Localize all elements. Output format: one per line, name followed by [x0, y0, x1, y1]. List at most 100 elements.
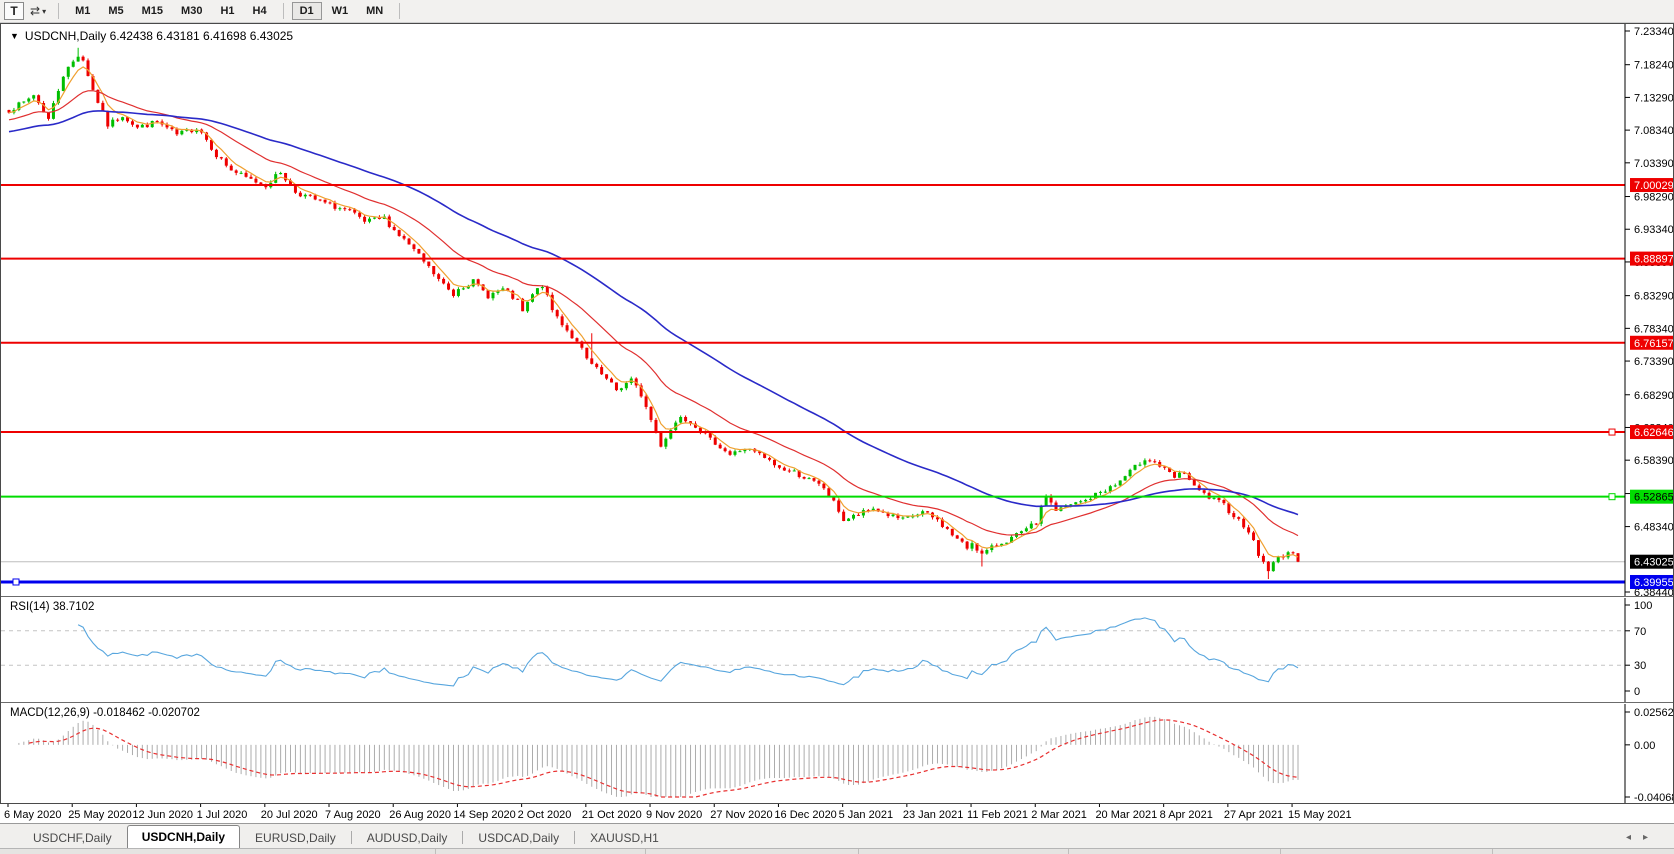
- svg-text:6.39955: 6.39955: [1634, 577, 1673, 589]
- date-label: 14 Sep 2020: [453, 809, 515, 821]
- date-label: 26 Aug 2020: [389, 809, 451, 821]
- date-label: 9 Nov 2020: [646, 809, 702, 821]
- timeframe-button-H1[interactable]: H1: [212, 2, 242, 20]
- svg-text:7.08340: 7.08340: [1634, 125, 1673, 137]
- svg-text:30: 30: [1634, 660, 1646, 672]
- macd-histogram: [19, 717, 1298, 797]
- symbol-cycle-button[interactable]: ⇄ ▾: [26, 1, 50, 21]
- date-axis[interactable]: 6 May 202025 May 202012 Jun 20201 Jul 20…: [0, 804, 1674, 823]
- toolbar-separator: [283, 3, 284, 19]
- hline-6.62646[interactable]: [1, 429, 1625, 435]
- svg-text:6.78340: 6.78340: [1634, 323, 1673, 335]
- svg-text:6.98290: 6.98290: [1634, 192, 1673, 204]
- svg-text:-0.040687: -0.040687: [1634, 792, 1673, 803]
- candlesticks: [8, 48, 1300, 579]
- chart-dropdown-icon[interactable]: ▼: [10, 32, 19, 41]
- date-label: 27 Apr 2021: [1224, 809, 1283, 821]
- text-tool-button[interactable]: T: [4, 2, 24, 20]
- chevron-down-icon: ▾: [42, 7, 46, 16]
- timeframe-button-M5[interactable]: M5: [100, 2, 131, 20]
- svg-text:6.83290: 6.83290: [1634, 291, 1673, 303]
- svg-text:6.73390: 6.73390: [1634, 356, 1673, 368]
- statusbar-divider: [1492, 849, 1493, 854]
- main-chart-panel[interactable]: 7.233407.182407.132907.083407.033906.982…: [1, 24, 1673, 596]
- toolbar-separator: [399, 3, 400, 19]
- statusbar-divider: [645, 849, 646, 854]
- macd-signal-line: [29, 720, 1298, 797]
- timeframe-button-M1[interactable]: M1: [67, 2, 98, 20]
- svg-text:0.025623: 0.025623: [1634, 707, 1673, 719]
- date-label: 25 May 2020: [68, 809, 132, 821]
- price-marker-6.39955: 6.39955: [1630, 575, 1673, 589]
- top-toolbar: T ⇄ ▾ M1M5M15M30H1H4 D1W1MN: [0, 0, 1674, 23]
- ma-5-line: [9, 67, 1298, 557]
- price-axis[interactable]: 7.233407.182407.132907.083407.033906.982…: [1625, 24, 1673, 596]
- tab-eurusd-daily[interactable]: EURUSD,Daily: [240, 827, 351, 848]
- date-label: 7 Aug 2020: [325, 809, 381, 821]
- statusbar-divider: [1280, 849, 1281, 854]
- tab-usdcad-daily[interactable]: USDCAD,Daily: [463, 827, 574, 848]
- date-label: 5 Jan 2021: [839, 809, 893, 821]
- svg-text:6.48340: 6.48340: [1634, 522, 1673, 534]
- rsi-panel[interactable]: 10070300 RSI(14) 38.7102: [1, 598, 1673, 702]
- date-label: 1 Jul 2020: [197, 809, 248, 821]
- timeframe-button-D1[interactable]: D1: [292, 2, 322, 20]
- price-marker-7.00029: 7.00029: [1630, 178, 1673, 192]
- svg-text:6.88897: 6.88897: [1634, 254, 1673, 266]
- date-label: 11 Feb 2021: [967, 809, 1028, 821]
- svg-text:7.13290: 7.13290: [1634, 92, 1673, 104]
- chart-window: 7.233407.182407.132907.083407.033906.982…: [0, 23, 1674, 804]
- svg-text:6.62646: 6.62646: [1634, 427, 1673, 439]
- rsi-chart[interactable]: 10070300: [1, 598, 1673, 702]
- price-marker-6.43025: 6.43025: [1630, 555, 1673, 569]
- tabs-scroll-right-icon[interactable]: ▸: [1643, 832, 1648, 843]
- date-label: 20 Jul 2020: [261, 809, 318, 821]
- macd-panel[interactable]: 0.0256230.00-0.040687 MACD(12,26,9) -0.0…: [1, 704, 1673, 803]
- statusbar-divider: [858, 849, 859, 854]
- date-label: 8 Apr 2021: [1160, 809, 1213, 821]
- date-label: 2 Oct 2020: [518, 809, 572, 821]
- hline-6.52865[interactable]: [1, 494, 1625, 500]
- timeframe-button-MN[interactable]: MN: [358, 2, 391, 20]
- price-chart[interactable]: 7.233407.182407.132907.083407.033906.982…: [1, 24, 1673, 596]
- chart-tabs: USDCHF,DailyUSDCNH,DailyEURUSD,DailyAUDU…: [0, 823, 1674, 848]
- macd-chart[interactable]: 0.0256230.00-0.040687: [1, 704, 1673, 803]
- tab-usdchf-daily[interactable]: USDCHF,Daily: [18, 827, 127, 848]
- date-label: 16 Dec 2020: [774, 809, 836, 821]
- svg-text:70: 70: [1634, 626, 1646, 638]
- svg-text:6.52865: 6.52865: [1634, 492, 1673, 504]
- date-label: 12 Jun 2020: [132, 809, 193, 821]
- date-label: 20 Mar 2021: [1095, 809, 1157, 821]
- svg-text:7.18240: 7.18240: [1634, 60, 1673, 72]
- statusbar-divider: [435, 849, 436, 854]
- timeframe-buttons: M1M5M15M30H1H4 D1W1MN: [67, 2, 406, 20]
- tab-usdcnh-daily[interactable]: USDCNH,Daily: [127, 825, 240, 848]
- timeframe-button-M30[interactable]: M30: [173, 2, 210, 20]
- ma-55-line: [9, 111, 1298, 515]
- hline-6.39955[interactable]: [1, 579, 1625, 585]
- symbol-cycle-icon: ⇄: [30, 4, 40, 18]
- tab-xauusd-h1[interactable]: XAUUSD,H1: [575, 827, 674, 848]
- timeframe-button-W1[interactable]: W1: [324, 2, 357, 20]
- price-marker-6.52865: 6.52865: [1630, 490, 1673, 504]
- date-label: 15 May 2021: [1288, 809, 1352, 821]
- svg-text:6.68290: 6.68290: [1634, 390, 1673, 402]
- macd-label: MACD(12,26,9) -0.018462 -0.020702: [10, 707, 200, 719]
- timeframe-button-M15[interactable]: M15: [134, 2, 171, 20]
- chart-title-text: USDCNH,Daily 6.42438 6.43181 6.41698 6.4…: [25, 29, 293, 43]
- tab-audusd-daily[interactable]: AUDUSD,Daily: [352, 827, 463, 848]
- statusbar-divider: [1068, 849, 1069, 854]
- rsi-line: [78, 618, 1298, 686]
- svg-text:6.43025: 6.43025: [1634, 557, 1673, 569]
- timeframe-button-H4[interactable]: H4: [245, 2, 275, 20]
- rsi-label: RSI(14) 38.7102: [10, 601, 94, 613]
- date-label: 21 Oct 2020: [582, 809, 642, 821]
- price-marker-6.76157: 6.76157: [1630, 336, 1673, 350]
- svg-text:7.23340: 7.23340: [1634, 26, 1673, 38]
- ma-21-line: [9, 91, 1298, 536]
- svg-text:6.58390: 6.58390: [1634, 455, 1673, 467]
- date-label: 23 Jan 2021: [903, 809, 964, 821]
- svg-text:6.76157: 6.76157: [1634, 338, 1673, 350]
- tabs-scroll-left-icon[interactable]: ◂: [1626, 832, 1631, 843]
- toolbar-separator: [58, 3, 59, 19]
